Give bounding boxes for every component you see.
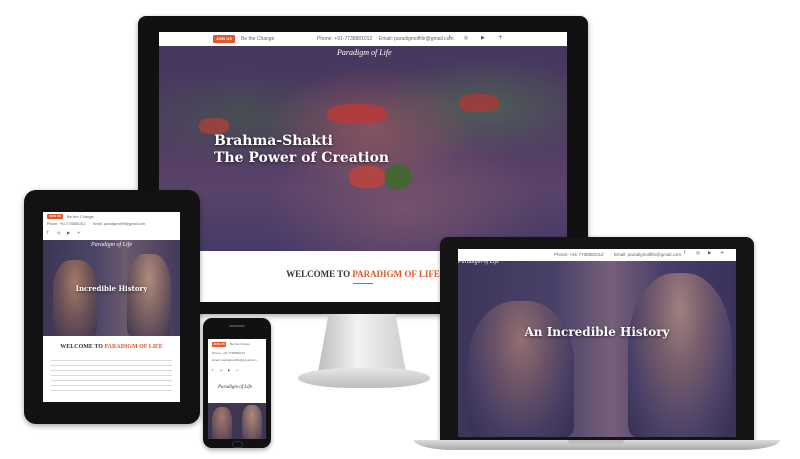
desktop-hero: Paradigm of Life Brahma-Shakti The Power…	[159, 46, 567, 251]
instagram-icon[interactable]: ◎	[220, 368, 223, 372]
instagram-icon[interactable]: ◎	[464, 35, 468, 41]
hero-pot-red	[327, 104, 387, 124]
join-us-button[interactable]: JOIN US	[47, 214, 63, 219]
welcome-prefix: WELCOME TO	[60, 344, 105, 350]
welcome-text-lines	[51, 360, 172, 394]
site-logo[interactable]: Paradigm of Life	[337, 48, 392, 57]
hero-pot-red	[199, 118, 229, 134]
tagline: Be the Change	[67, 214, 94, 219]
site-logo[interactable]: Paradigm of Life	[218, 385, 252, 390]
plus-icon[interactable]: +	[236, 368, 239, 372]
plus-icon[interactable]: +	[77, 230, 80, 235]
email-text[interactable]: Email: paradigmoflife@gmail.com	[212, 358, 257, 362]
email-text[interactable]: Email: paradigmoflife@gmail.com	[379, 36, 454, 42]
hero-slide-title: Incredible History	[75, 284, 148, 293]
desktop-topbar: JOIN US Be the Change Phone: +91-7738881…	[159, 32, 567, 47]
phone-screen: JOIN US Be the Change Phone: +91-7738881…	[208, 339, 266, 439]
instagram-icon[interactable]: ◎	[57, 230, 61, 235]
plus-icon[interactable]: +	[498, 34, 503, 41]
laptop-hero: Paradigm of Life An Incredible History	[458, 261, 736, 437]
tablet-screen: JOIN US Be the Change Phone: +91-7738881…	[43, 212, 180, 402]
facebook-icon[interactable]: f	[449, 35, 451, 41]
youtube-icon[interactable]: ▶	[228, 368, 230, 372]
welcome-brand: PARADIGM OF LIFE	[352, 269, 440, 279]
laptop-notch	[568, 440, 624, 444]
phone-text[interactable]: Phone: +91-7738881012	[317, 36, 372, 42]
hero-pot-red	[459, 94, 499, 112]
hero-title-line2: The Power of Creation	[214, 150, 390, 166]
email-text[interactable]: Email: paradigmoflife@gmail.com	[614, 252, 681, 257]
youtube-icon[interactable]: ▶	[708, 251, 711, 256]
hero-overlay	[458, 261, 736, 437]
youtube-icon[interactable]: ▶	[67, 230, 70, 235]
phone-hero: Paradigm of Life	[208, 375, 266, 439]
phone-home-button[interactable]	[232, 441, 243, 448]
welcome-heading: WELCOME TO PARADIGM OF LIFE	[43, 344, 180, 350]
instagram-icon[interactable]: ◎	[696, 251, 700, 256]
tablet-topbar: JOIN US Be the Change Phone: +91-7738881…	[43, 212, 180, 240]
youtube-icon[interactable]: ▶	[481, 35, 485, 41]
welcome-underline	[353, 283, 373, 284]
phone-text[interactable]: Phone: +91-7738881012	[554, 252, 604, 257]
hero-pot-red	[349, 166, 385, 188]
hero-figure-left	[53, 260, 97, 336]
hero-figure-right	[242, 405, 262, 439]
phone-text[interactable]: Phone: +91-7738881012	[212, 351, 245, 355]
site-logo[interactable]: Paradigm of Life	[91, 242, 132, 248]
hero-figure-right	[127, 254, 171, 336]
plus-icon[interactable]: +	[720, 250, 724, 256]
welcome-brand: PARADIGM OF LIFE	[104, 344, 163, 350]
tagline: Be the Change	[241, 36, 275, 42]
tagline: Be the Change	[230, 342, 251, 346]
hero-slide-title: An Incredible History	[524, 325, 670, 339]
phone-device: JOIN US Be the Change Phone: +91-7738881…	[203, 318, 271, 448]
phone-speaker	[229, 325, 245, 327]
facebook-icon[interactable]: f	[212, 368, 213, 372]
laptop-lid: Phone: +91-7738881012 Email: paradigmofl…	[440, 237, 754, 440]
hero-figure-left	[212, 407, 232, 439]
laptop-screen: Phone: +91-7738881012 Email: paradigmofl…	[458, 249, 736, 437]
hero-pot-green	[384, 164, 412, 190]
tablet-device: JOIN US Be the Change Phone: +91-7738881…	[24, 190, 200, 424]
join-us-button[interactable]: JOIN US	[212, 342, 226, 347]
facebook-icon[interactable]: f	[47, 230, 48, 235]
site-logo[interactable]: Paradigm of Life	[458, 261, 499, 265]
monitor-stand-neck	[318, 314, 406, 372]
welcome-prefix: WELCOME TO	[286, 269, 353, 279]
hero-title-line1: Brahma-Shakti	[214, 133, 333, 149]
email-text[interactable]: Email: paradigmoflife@gmail.com	[93, 222, 145, 226]
monitor-stand-base	[298, 368, 430, 388]
facebook-icon[interactable]: f	[684, 251, 686, 256]
phone-text[interactable]: Phone: +91-7738881012	[47, 222, 86, 226]
tablet-hero: Paradigm of Life Incredible History	[43, 240, 180, 336]
join-us-button[interactable]: JOIN US	[213, 35, 235, 43]
